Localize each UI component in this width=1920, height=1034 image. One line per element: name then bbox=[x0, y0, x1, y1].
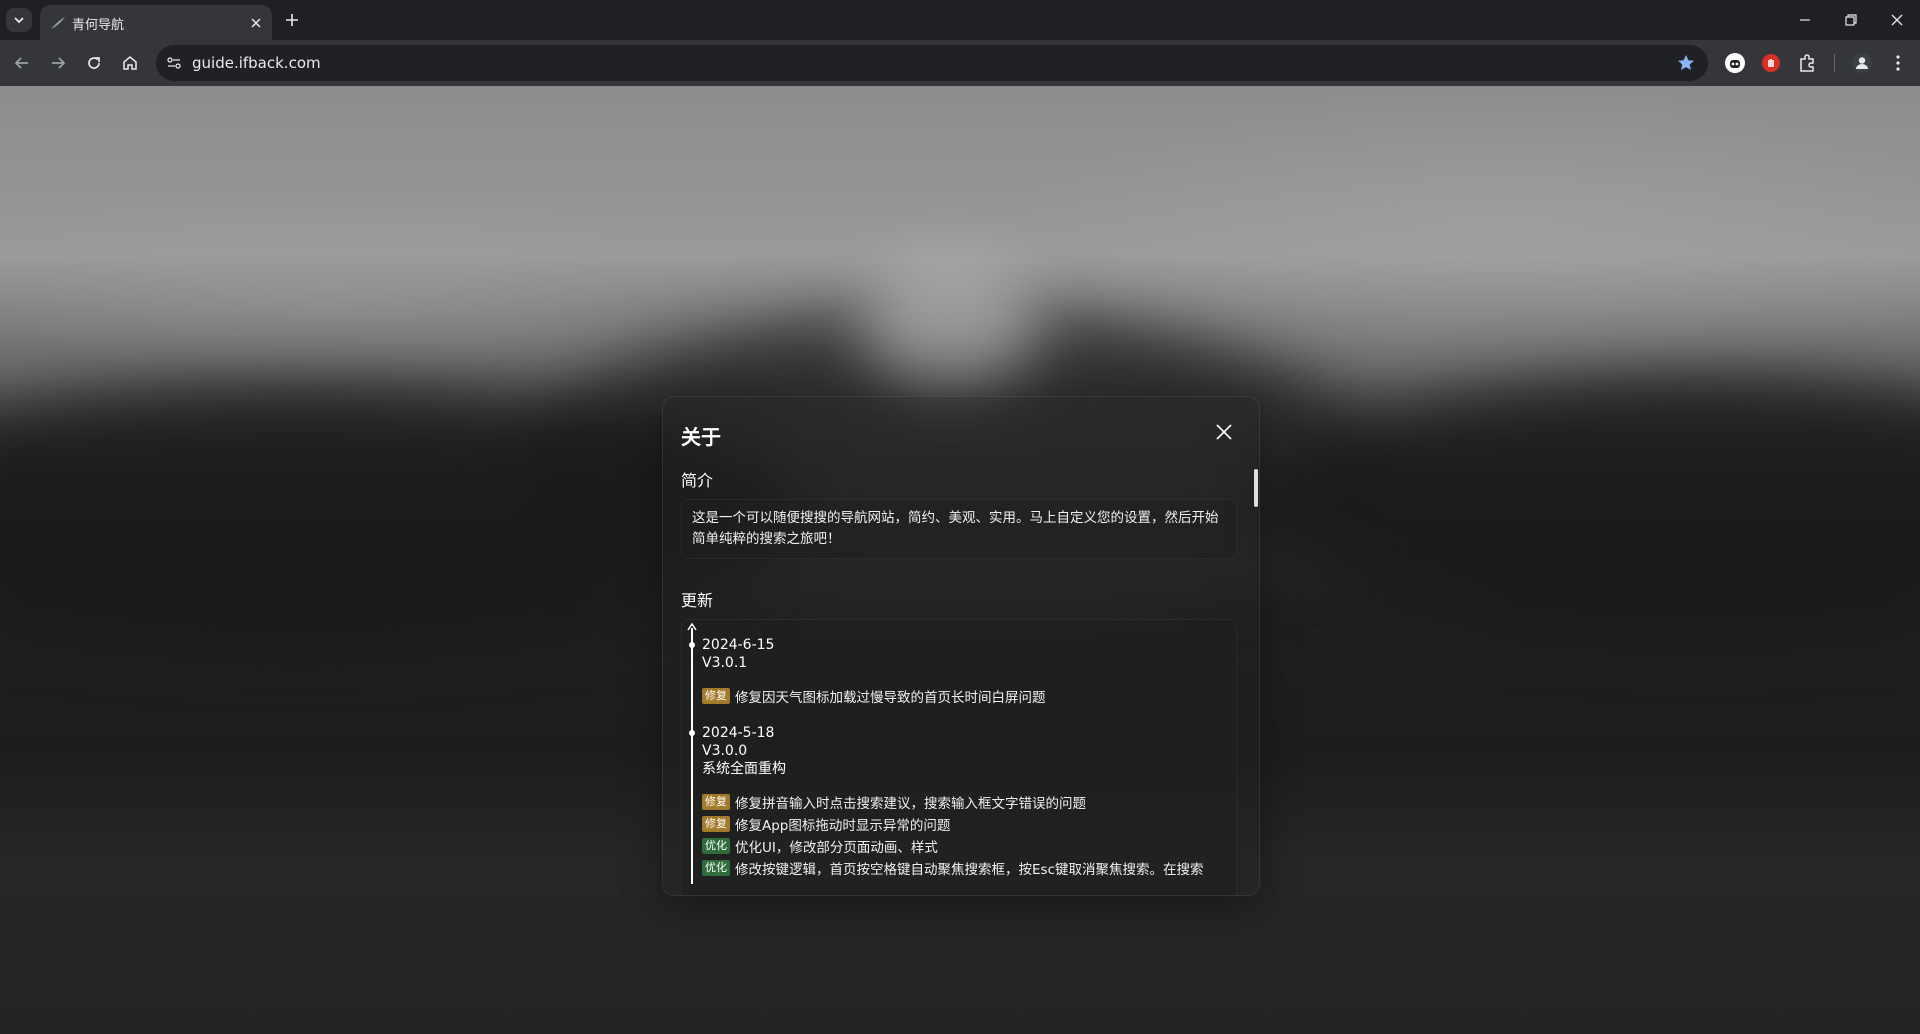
intro-heading: 简介 bbox=[681, 471, 714, 490]
restore-icon[interactable] bbox=[1843, 12, 1859, 28]
toolbar-divider bbox=[1834, 54, 1835, 72]
extensions-puzzle-icon[interactable] bbox=[1796, 52, 1818, 74]
change-item: 修复 修复App图标拖动时显示异常的问题 bbox=[702, 814, 950, 834]
home-icon[interactable] bbox=[120, 53, 140, 73]
dialog-scrollbar[interactable] bbox=[1254, 469, 1258, 507]
back-icon[interactable] bbox=[12, 53, 32, 73]
feather-icon bbox=[51, 17, 65, 29]
reload-icon[interactable] bbox=[84, 53, 104, 73]
extension-hand-icon[interactable] bbox=[1760, 52, 1782, 74]
close-tab-icon[interactable] bbox=[248, 15, 264, 31]
fix-badge: 修复 bbox=[702, 688, 730, 704]
tab-title: 青何导航 bbox=[72, 18, 125, 33]
updates-card: 2024-6-15 V3.0.1 修复 修复因天气图标加载过慢导致的首页长时间白… bbox=[681, 619, 1237, 895]
bg-snowcap bbox=[860, 266, 1040, 386]
update-version: V3.0.0 bbox=[702, 743, 748, 759]
change-text: 修改按键逻辑，首页按空格键自动聚焦搜索框，按Esc键取消聚焦搜索。在搜索 bbox=[735, 862, 1204, 878]
change-text: 修复拼音输入时点击搜索建议，搜索输入框文字错误的问题 bbox=[735, 796, 1086, 812]
forward-icon[interactable] bbox=[48, 53, 68, 73]
change-item: 修复 修复拼音输入时点击搜索建议，搜索输入框文字错误的问题 bbox=[702, 792, 1086, 812]
optimize-badge: 优化 bbox=[702, 860, 730, 876]
update-date: 2024-5-18 bbox=[702, 725, 775, 741]
page-background: 关于 简介 这是一个可以随便搜搜的导航网站，简约、美观、实用。马上自定义您的设置… bbox=[0, 86, 1920, 1034]
extension-ghost-icon[interactable] bbox=[1724, 52, 1746, 74]
change-item: 修复 修复因天气图标加载过慢导致的首页长时间白屏问题 bbox=[702, 686, 1046, 706]
change-item: 优化 优化UI，修改部分页面动画、样式 bbox=[702, 836, 938, 856]
minimize-icon[interactable] bbox=[1797, 12, 1813, 28]
updates-heading: 更新 bbox=[681, 591, 714, 610]
tab-bar: 青何导航 bbox=[0, 0, 1920, 40]
tab-search-button[interactable] bbox=[6, 8, 32, 32]
bookmark-star-icon[interactable] bbox=[1676, 53, 1696, 73]
intro-text: 这是一个可以随便搜搜的导航网站，简约、美观、实用。马上自定义您的设置，然后开始简… bbox=[692, 510, 1219, 547]
close-icon[interactable] bbox=[1215, 423, 1233, 441]
chevron-down-icon bbox=[14, 17, 24, 24]
optimize-badge: 优化 bbox=[702, 838, 730, 854]
tab-active[interactable]: 青何导航 bbox=[40, 5, 272, 40]
intro-card: 这是一个可以随便搜搜的导航网站，简约、美观、实用。马上自定义您的设置，然后开始简… bbox=[681, 499, 1237, 559]
change-text: 修复App图标拖动时显示异常的问题 bbox=[735, 818, 951, 834]
about-dialog: 关于 简介 这是一个可以随便搜搜的导航网站，简约、美观、实用。马上自定义您的设置… bbox=[662, 396, 1260, 896]
update-date: 2024-6-15 bbox=[702, 637, 775, 653]
update-version: V3.0.1 bbox=[702, 655, 748, 671]
address-bar[interactable]: guide.ifback.com bbox=[156, 45, 1708, 81]
fix-badge: 修复 bbox=[702, 816, 730, 832]
timeline-line bbox=[691, 628, 693, 884]
fix-badge: 修复 bbox=[702, 794, 730, 810]
update-entry: 2024-5-18 V3.0.0 系统全面重构 bbox=[702, 724, 1222, 778]
site-settings-icon[interactable] bbox=[166, 55, 182, 71]
menu-kebab-icon[interactable] bbox=[1887, 52, 1909, 74]
change-text: 优化UI，修改部分页面动画、样式 bbox=[735, 840, 938, 856]
profile-icon[interactable] bbox=[1851, 52, 1873, 74]
new-tab-icon[interactable] bbox=[283, 11, 301, 29]
timeline-dot bbox=[689, 642, 695, 648]
dialog-title: 关于 bbox=[681, 425, 721, 449]
change-item: 优化 修改按键逻辑，首页按空格键自动聚焦搜索框，按Esc键取消聚焦搜索。在搜索 bbox=[702, 858, 1204, 878]
close-window-icon[interactable] bbox=[1889, 12, 1905, 28]
url-text[interactable]: guide.ifback.com bbox=[192, 54, 321, 72]
timeline-dot bbox=[689, 730, 695, 736]
browser-toolbar: guide.ifback.com bbox=[0, 40, 1920, 86]
update-summary: 系统全面重构 bbox=[702, 761, 786, 777]
update-entry: 2024-6-15 V3.0.1 bbox=[702, 636, 1222, 672]
change-text: 修复因天气图标加载过慢导致的首页长时间白屏问题 bbox=[735, 690, 1046, 706]
